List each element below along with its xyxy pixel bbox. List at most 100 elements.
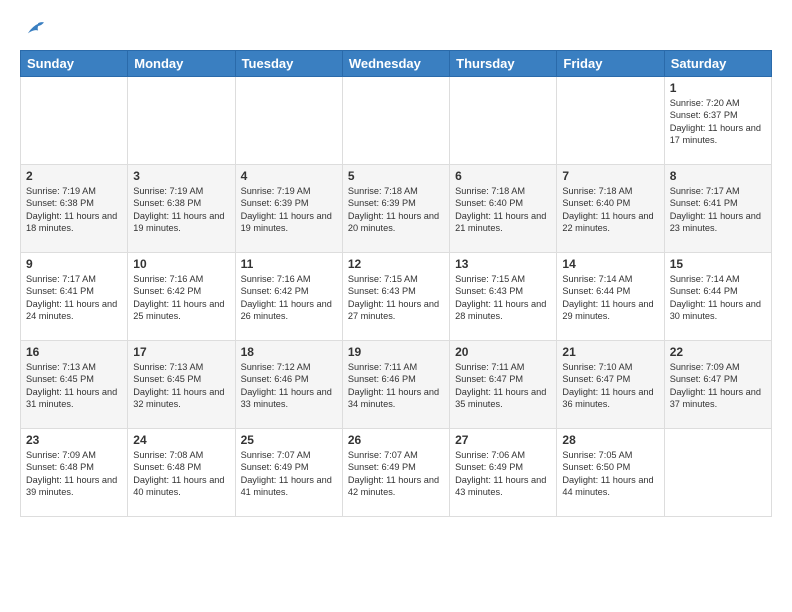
weekday-header-monday: Monday bbox=[128, 51, 235, 77]
day-info: Sunrise: 7:13 AM Sunset: 6:45 PM Dayligh… bbox=[26, 361, 122, 411]
calendar-cell: 16 Sunrise: 7:13 AM Sunset: 6:45 PM Dayli… bbox=[21, 341, 128, 429]
calendar-cell: 19 Sunrise: 7:11 AM Sunset: 6:46 PM Dayli… bbox=[342, 341, 449, 429]
day-info: Sunrise: 7:18 AM Sunset: 6:40 PM Dayligh… bbox=[562, 185, 658, 235]
day-info: Sunrise: 7:10 AM Sunset: 6:47 PM Dayligh… bbox=[562, 361, 658, 411]
weekday-header-tuesday: Tuesday bbox=[235, 51, 342, 77]
page: SundayMondayTuesdayWednesdayThursdayFrid… bbox=[0, 0, 792, 527]
day-number: 7 bbox=[562, 169, 658, 183]
calendar-header-row: SundayMondayTuesdayWednesdayThursdayFrid… bbox=[21, 51, 772, 77]
calendar-cell: 17 Sunrise: 7:13 AM Sunset: 6:45 PM Dayli… bbox=[128, 341, 235, 429]
calendar-cell: 2Sunrise: 7:19 AM Sunset: 6:38 PM Daylig… bbox=[21, 165, 128, 253]
calendar-cell: 10 Sunrise: 7:16 AM Sunset: 6:42 PM Dayli… bbox=[128, 253, 235, 341]
logo bbox=[20, 16, 44, 40]
calendar-cell: 8Sunrise: 7:17 AM Sunset: 6:41 PM Daylig… bbox=[664, 165, 771, 253]
calendar-cell: 24 Sunrise: 7:08 AM Sunset: 6:48 PM Dayli… bbox=[128, 429, 235, 517]
logo-bird-icon bbox=[22, 18, 44, 40]
calendar-table: SundayMondayTuesdayWednesdayThursdayFrid… bbox=[20, 50, 772, 517]
day-info: Sunrise: 7:18 AM Sunset: 6:40 PM Dayligh… bbox=[455, 185, 551, 235]
calendar-cell: 27Sunrise: 7:06 AM Sunset: 6:49 PM Dayli… bbox=[450, 429, 557, 517]
calendar-cell: 7 Sunrise: 7:18 AM Sunset: 6:40 PM Daylig… bbox=[557, 165, 664, 253]
day-info: Sunrise: 7:16 AM Sunset: 6:42 PM Dayligh… bbox=[241, 273, 337, 323]
calendar-cell: 23 Sunrise: 7:09 AM Sunset: 6:48 PM Dayli… bbox=[21, 429, 128, 517]
day-number: 6 bbox=[455, 169, 551, 183]
day-info: Sunrise: 7:06 AM Sunset: 6:49 PM Dayligh… bbox=[455, 449, 551, 499]
header bbox=[20, 16, 772, 40]
calendar-cell: 9 Sunrise: 7:17 AM Sunset: 6:41 PM Daylig… bbox=[21, 253, 128, 341]
day-number: 15 bbox=[670, 257, 766, 271]
day-number: 9 bbox=[26, 257, 122, 271]
calendar-cell bbox=[235, 77, 342, 165]
day-number: 4 bbox=[241, 169, 337, 183]
calendar-cell: 18 Sunrise: 7:12 AM Sunset: 6:46 PM Dayli… bbox=[235, 341, 342, 429]
day-info: Sunrise: 7:05 AM Sunset: 6:50 PM Dayligh… bbox=[562, 449, 658, 499]
calendar-cell: 5Sunrise: 7:18 AM Sunset: 6:39 PM Daylig… bbox=[342, 165, 449, 253]
day-info: Sunrise: 7:12 AM Sunset: 6:46 PM Dayligh… bbox=[241, 361, 337, 411]
day-number: 12 bbox=[348, 257, 444, 271]
day-number: 19 bbox=[348, 345, 444, 359]
day-number: 28 bbox=[562, 433, 658, 447]
day-info: Sunrise: 7:15 AM Sunset: 6:43 PM Dayligh… bbox=[455, 273, 551, 323]
calendar-cell bbox=[21, 77, 128, 165]
calendar-cell: 12 Sunrise: 7:15 AM Sunset: 6:43 PM Dayli… bbox=[342, 253, 449, 341]
weekday-header-friday: Friday bbox=[557, 51, 664, 77]
day-info: Sunrise: 7:09 AM Sunset: 6:47 PM Dayligh… bbox=[670, 361, 766, 411]
calendar-cell: 25 Sunrise: 7:07 AM Sunset: 6:49 PM Dayli… bbox=[235, 429, 342, 517]
day-number: 22 bbox=[670, 345, 766, 359]
day-number: 21 bbox=[562, 345, 658, 359]
calendar-cell bbox=[664, 429, 771, 517]
calendar-week-4: 16 Sunrise: 7:13 AM Sunset: 6:45 PM Dayli… bbox=[21, 341, 772, 429]
day-info: Sunrise: 7:13 AM Sunset: 6:45 PM Dayligh… bbox=[133, 361, 229, 411]
day-info: Sunrise: 7:17 AM Sunset: 6:41 PM Dayligh… bbox=[670, 185, 766, 235]
day-number: 20 bbox=[455, 345, 551, 359]
calendar-cell: 21 Sunrise: 7:10 AM Sunset: 6:47 PM Dayli… bbox=[557, 341, 664, 429]
calendar-week-2: 2Sunrise: 7:19 AM Sunset: 6:38 PM Daylig… bbox=[21, 165, 772, 253]
calendar-cell bbox=[342, 77, 449, 165]
day-info: Sunrise: 7:14 AM Sunset: 6:44 PM Dayligh… bbox=[562, 273, 658, 323]
day-number: 13 bbox=[455, 257, 551, 271]
day-number: 14 bbox=[562, 257, 658, 271]
day-info: Sunrise: 7:17 AM Sunset: 6:41 PM Dayligh… bbox=[26, 273, 122, 323]
day-number: 11 bbox=[241, 257, 337, 271]
calendar-cell: 3 Sunrise: 7:19 AM Sunset: 6:38 PM Daylig… bbox=[128, 165, 235, 253]
day-number: 18 bbox=[241, 345, 337, 359]
day-info: Sunrise: 7:07 AM Sunset: 6:49 PM Dayligh… bbox=[348, 449, 444, 499]
calendar-cell: 6 Sunrise: 7:18 AM Sunset: 6:40 PM Daylig… bbox=[450, 165, 557, 253]
day-number: 26 bbox=[348, 433, 444, 447]
day-number: 3 bbox=[133, 169, 229, 183]
calendar-cell: 13 Sunrise: 7:15 AM Sunset: 6:43 PM Dayli… bbox=[450, 253, 557, 341]
day-number: 25 bbox=[241, 433, 337, 447]
day-number: 16 bbox=[26, 345, 122, 359]
calendar-cell: 28 Sunrise: 7:05 AM Sunset: 6:50 PM Dayli… bbox=[557, 429, 664, 517]
day-info: Sunrise: 7:19 AM Sunset: 6:38 PM Dayligh… bbox=[26, 185, 122, 235]
calendar-cell bbox=[128, 77, 235, 165]
day-info: Sunrise: 7:15 AM Sunset: 6:43 PM Dayligh… bbox=[348, 273, 444, 323]
weekday-header-wednesday: Wednesday bbox=[342, 51, 449, 77]
calendar-cell: 22 Sunrise: 7:09 AM Sunset: 6:47 PM Dayli… bbox=[664, 341, 771, 429]
day-info: Sunrise: 7:09 AM Sunset: 6:48 PM Dayligh… bbox=[26, 449, 122, 499]
calendar-cell: 11 Sunrise: 7:16 AM Sunset: 6:42 PM Dayli… bbox=[235, 253, 342, 341]
weekday-header-thursday: Thursday bbox=[450, 51, 557, 77]
day-number: 23 bbox=[26, 433, 122, 447]
day-number: 24 bbox=[133, 433, 229, 447]
day-number: 17 bbox=[133, 345, 229, 359]
day-info: Sunrise: 7:20 AM Sunset: 6:37 PM Dayligh… bbox=[670, 97, 766, 147]
calendar-week-1: 1 Sunrise: 7:20 AM Sunset: 6:37 PM Daylig… bbox=[21, 77, 772, 165]
calendar-cell: 26 Sunrise: 7:07 AM Sunset: 6:49 PM Dayli… bbox=[342, 429, 449, 517]
weekday-header-sunday: Sunday bbox=[21, 51, 128, 77]
day-info: Sunrise: 7:11 AM Sunset: 6:46 PM Dayligh… bbox=[348, 361, 444, 411]
calendar-week-3: 9 Sunrise: 7:17 AM Sunset: 6:41 PM Daylig… bbox=[21, 253, 772, 341]
day-info: Sunrise: 7:07 AM Sunset: 6:49 PM Dayligh… bbox=[241, 449, 337, 499]
calendar-cell bbox=[557, 77, 664, 165]
calendar-cell: 4Sunrise: 7:19 AM Sunset: 6:39 PM Daylig… bbox=[235, 165, 342, 253]
day-number: 1 bbox=[670, 81, 766, 95]
calendar-cell: 15 Sunrise: 7:14 AM Sunset: 6:44 PM Dayli… bbox=[664, 253, 771, 341]
day-info: Sunrise: 7:18 AM Sunset: 6:39 PM Dayligh… bbox=[348, 185, 444, 235]
day-info: Sunrise: 7:16 AM Sunset: 6:42 PM Dayligh… bbox=[133, 273, 229, 323]
day-info: Sunrise: 7:19 AM Sunset: 6:38 PM Dayligh… bbox=[133, 185, 229, 235]
weekday-header-saturday: Saturday bbox=[664, 51, 771, 77]
day-info: Sunrise: 7:08 AM Sunset: 6:48 PM Dayligh… bbox=[133, 449, 229, 499]
day-info: Sunrise: 7:14 AM Sunset: 6:44 PM Dayligh… bbox=[670, 273, 766, 323]
day-number: 10 bbox=[133, 257, 229, 271]
calendar-cell: 14 Sunrise: 7:14 AM Sunset: 6:44 PM Dayli… bbox=[557, 253, 664, 341]
calendar-cell: 20Sunrise: 7:11 AM Sunset: 6:47 PM Dayli… bbox=[450, 341, 557, 429]
